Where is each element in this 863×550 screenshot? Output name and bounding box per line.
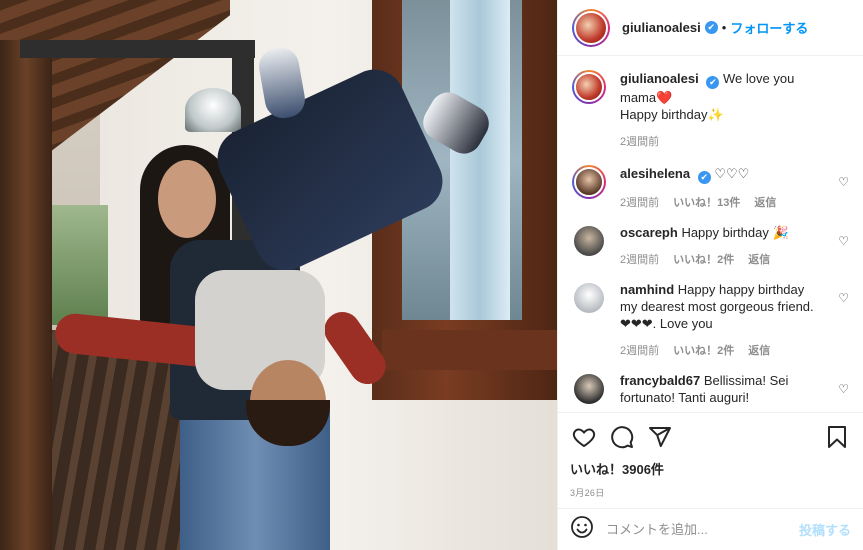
caption-avatar[interactable] — [572, 70, 606, 104]
caption-text-line2: Happy birthday✨ — [620, 107, 724, 122]
post-actions: いいね！3906件 3月26日 — [558, 412, 863, 508]
comment-username[interactable]: namhind — [620, 282, 674, 297]
author-username[interactable]: giulianoalesi — [622, 20, 701, 35]
photo-wood-post — [0, 40, 52, 550]
comment-username[interactable]: francybald67 — [620, 373, 700, 388]
author-avatar[interactable] — [572, 8, 610, 47]
comment-input[interactable] — [606, 522, 799, 537]
post-date[interactable]: 3月26日 — [570, 486, 851, 499]
caption-time[interactable]: 2週間前 — [620, 133, 659, 149]
comment-icon[interactable] — [608, 423, 636, 451]
separator-dot: • — [721, 20, 727, 35]
post-header: giulianoalesi ✔ • フォローする — [558, 0, 863, 56]
post-comment-button[interactable]: 投稿する — [799, 520, 851, 539]
share-icon[interactable] — [646, 423, 674, 451]
comment-avatar[interactable] — [572, 165, 606, 199]
comments-list[interactable]: giulianoalesi ✔ We love you mama❤️ Happy… — [558, 56, 863, 412]
caption-username[interactable]: giulianoalesi — [620, 71, 699, 86]
comment-avatar[interactable] — [574, 374, 604, 404]
likes-count[interactable]: いいね！3906件 — [570, 459, 851, 478]
post-photo[interactable] — [0, 0, 557, 550]
comment-reply-button[interactable]: 返信 — [748, 251, 770, 267]
follow-button[interactable]: フォローする — [730, 18, 808, 37]
photo-curtain — [450, 0, 510, 320]
comment-text: ♡♡♡ — [714, 166, 750, 181]
comment-avatar[interactable] — [574, 226, 604, 256]
verified-badge-icon: ✔ — [704, 21, 718, 34]
comment-time[interactable]: 2週間前 — [620, 194, 659, 210]
caption: giulianoalesi ✔ We love you mama❤️ Happy… — [572, 70, 849, 149]
comment-username[interactable]: oscareph — [620, 225, 678, 240]
caption-text-line1: giulianoalesi ✔ We love you mama❤️ — [620, 70, 825, 106]
comment-like-heart-icon[interactable]: ♡ — [838, 234, 849, 248]
comment-avatar[interactable] — [574, 283, 604, 313]
comment-username[interactable]: alesihelena — [620, 166, 690, 181]
comment-like-heart-icon[interactable]: ♡ — [838, 175, 849, 189]
emoji-icon[interactable] — [570, 515, 594, 544]
photo-pipe-horizontal — [20, 40, 255, 58]
comment-likes[interactable]: いいね！2件 — [673, 251, 734, 267]
photo-window-sill — [382, 330, 557, 370]
comment-text: Happy birthday 🎉 — [681, 225, 789, 240]
like-heart-icon[interactable] — [570, 423, 598, 451]
bookmark-icon[interactable] — [823, 423, 851, 451]
photo-woman-face — [158, 160, 216, 238]
add-comment-bar: 投稿する — [558, 508, 863, 550]
comment-reply-button[interactable]: 返信 — [748, 342, 770, 358]
verified-badge-icon: ✔ — [697, 171, 711, 184]
photo-lamp — [185, 88, 241, 132]
comment-likes[interactable]: いいね！13件 — [673, 194, 740, 210]
comment-like-heart-icon[interactable]: ♡ — [838, 291, 849, 305]
comment-time[interactable]: 2週間前 — [620, 251, 659, 267]
comment-like-heart-icon[interactable]: ♡ — [838, 382, 849, 396]
comment-time[interactable]: 2週間前 — [620, 342, 659, 358]
comment-likes[interactable]: いいね！2件 — [673, 342, 734, 358]
comment-item: francybald67 Bellissima! Sei fortunato! … — [572, 372, 849, 406]
post-side-panel: giulianoalesi ✔ • フォローする giulianoalesi ✔… — [557, 0, 863, 550]
comment-reply-button[interactable]: 返信 — [754, 194, 776, 210]
comment-item: oscareph Happy birthday 🎉 2週間前 いいね！2件 返信… — [572, 224, 849, 267]
verified-badge-icon: ✔ — [706, 76, 720, 89]
comment-item: alesihelena ✔ ♡♡♡ 2週間前 いいね！13件 返信 ♡ — [572, 165, 849, 210]
comment-item: namhind Happy happy birthday my dearest … — [572, 281, 849, 358]
